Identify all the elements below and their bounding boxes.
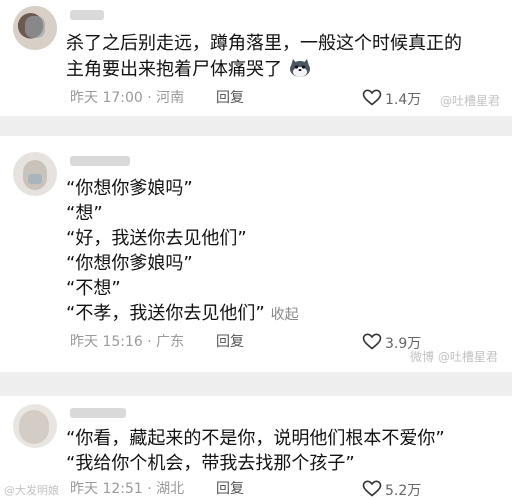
comment-text: “你想你爹娘吗”: [66, 178, 193, 199]
comment-meta: 昨天 15:16 · 广东: [70, 334, 185, 350]
comment-text-segment: 主角要出来抱着尸体痛哭了: [66, 59, 282, 80]
reply-button[interactable]: 回复: [216, 480, 244, 498]
avatar[interactable]: [13, 6, 57, 50]
heart-icon: [362, 89, 382, 111]
cat-emoji-icon: [288, 58, 312, 84]
comment-text: “你想你爹娘吗”: [66, 253, 193, 274]
username[interactable]: [70, 10, 104, 20]
watermark: @吐槽星君: [440, 94, 501, 108]
comment-text: “你看，藏起来的不是你，说明他们根本不爱你”: [66, 428, 445, 449]
collapse-button[interactable]: 收起: [271, 307, 299, 323]
comment-text: “好，我送你去见他们”: [66, 228, 247, 249]
separator: [0, 372, 512, 396]
comment-text: “想”: [66, 203, 103, 224]
comment-text: “不想”: [66, 278, 121, 299]
comment-meta: 昨天 17:00 · 河南: [70, 90, 185, 106]
username[interactable]: [70, 156, 130, 166]
separator: [0, 116, 512, 136]
avatar[interactable]: [13, 152, 57, 196]
like-count: 1.4万: [385, 92, 422, 108]
avatar[interactable]: [13, 404, 57, 448]
heart-icon: [362, 333, 382, 355]
comment-text: “我给你个机会，带我去找那个孩子”: [66, 453, 355, 474]
watermark: 微博 @吐槽星君: [410, 350, 498, 364]
comment-card: “你看，藏起来的不是你，说明他们根本不爱你” “我给你个机会，带我去找那个孩子”…: [0, 396, 512, 500]
watermark: @大发明娘: [4, 484, 59, 497]
username[interactable]: [70, 408, 126, 418]
comment-text: 杀了之后别走远，蹲角落里，一般这个时候真正的: [66, 33, 462, 54]
comment-card: “你想你爹娘吗” “想” “好，我送你去见他们” “你想你爹娘吗” “不想” “…: [0, 136, 512, 372]
like-count: 5.2万: [385, 483, 422, 499]
heart-icon: [362, 480, 382, 500]
comment-meta: 昨天 12:51 · 湖北: [70, 481, 185, 497]
reply-button[interactable]: 回复: [216, 333, 244, 351]
comment-text: 主角要出来抱着尸体痛哭了: [66, 58, 312, 84]
like-button[interactable]: 5.2万: [362, 480, 421, 500]
reply-button[interactable]: 回复: [216, 89, 244, 107]
comment-text-segment: “不孝，我送你去见他们”: [66, 303, 265, 324]
comment-text: “不孝，我送你去见他们” 收起: [66, 303, 299, 326]
like-button[interactable]: 1.4万: [362, 89, 421, 111]
comment-card: 杀了之后别走远，蹲角落里，一般这个时候真正的 主角要出来抱着尸体痛哭了 昨天 1…: [0, 0, 512, 116]
